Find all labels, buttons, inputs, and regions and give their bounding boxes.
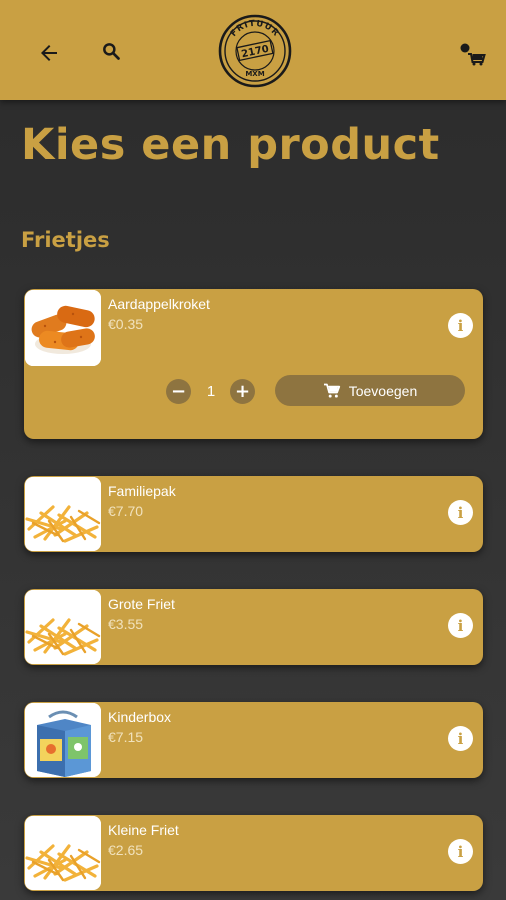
product-image-kids-box	[25, 703, 101, 777]
search-button[interactable]	[98, 38, 124, 64]
decrease-quantity-button[interactable]: −	[166, 379, 191, 404]
account-cart-button[interactable]	[455, 38, 489, 68]
frituur-logo[interactable]: FRITUUR 2170 MXM	[218, 14, 292, 88]
logo-bottom-text: MXM	[245, 70, 264, 78]
product-card-kleine-friet[interactable]: Kleine Friet €2.65 i	[24, 815, 483, 891]
user-cart-icon	[460, 43, 486, 66]
product-name: Grote Friet	[108, 596, 175, 612]
info-button[interactable]: i	[448, 839, 473, 864]
product-image-fries	[25, 477, 101, 551]
product-price: €0.35	[108, 316, 144, 332]
section-title: Frietjes	[21, 228, 110, 252]
add-to-cart-button[interactable]: Toevoegen	[275, 375, 465, 406]
product-price: €7.70	[108, 503, 144, 519]
product-price: €2.65	[108, 842, 144, 858]
minus-icon: −	[170, 380, 187, 402]
product-name: Kinderbox	[108, 709, 172, 725]
product-price: €7.15	[108, 729, 144, 745]
info-icon: i	[457, 729, 464, 748]
product-price: €3.55	[108, 616, 144, 632]
product-card-kinderbox[interactable]: Kinderbox €7.15 i	[24, 702, 483, 778]
product-card-familiepak[interactable]: Familiepak €7.70 i	[24, 476, 483, 552]
search-icon	[103, 43, 120, 60]
app-header: FRITUUR 2170 MXM	[0, 0, 506, 100]
quantity-value: 1	[206, 383, 216, 400]
product-name: Familiepak	[108, 483, 176, 499]
product-image-fries	[25, 590, 101, 664]
cart-icon	[323, 383, 340, 398]
info-button[interactable]: i	[448, 726, 473, 751]
info-icon: i	[457, 503, 464, 522]
info-icon: i	[457, 316, 464, 335]
arrow-left-icon	[41, 45, 57, 61]
info-button[interactable]: i	[448, 313, 473, 338]
product-name: Aardappelkroket	[108, 296, 210, 312]
add-to-cart-label: Toevoegen	[348, 382, 418, 399]
increase-quantity-button[interactable]: +	[230, 379, 255, 404]
quantity-row: − 1 + Toevoegen	[166, 375, 466, 407]
product-image-fries	[25, 816, 101, 890]
product-card-grote-friet[interactable]: Grote Friet €3.55 i	[24, 589, 483, 665]
info-icon: i	[457, 842, 464, 861]
plus-icon: +	[234, 380, 251, 402]
product-card-aardappelkroket[interactable]: Aardappelkroket €0.35 i − 1 + Toevoegen	[24, 289, 483, 439]
info-button[interactable]: i	[448, 613, 473, 638]
info-button[interactable]: i	[448, 500, 473, 525]
info-icon: i	[457, 616, 464, 635]
page-title: Kies een product	[21, 120, 440, 170]
product-name: Kleine Friet	[108, 822, 179, 838]
product-image-croquettes	[25, 290, 101, 366]
back-button[interactable]	[34, 38, 64, 68]
